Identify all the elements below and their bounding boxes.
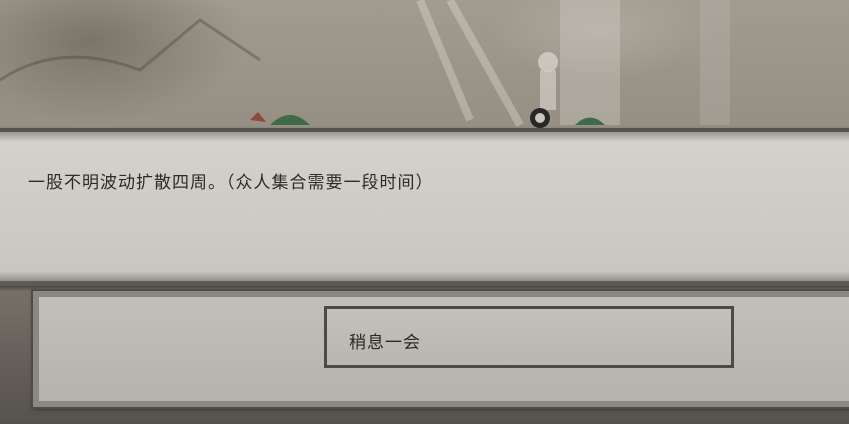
choices-panel: 稍息一会 — [31, 289, 849, 409]
choice-label: 稍息一会 — [349, 333, 421, 353]
choice-rest-button[interactable]: 稍息一会 — [324, 306, 734, 368]
narrative-panel: 一股不明波动扩散四周。（众人集合需要一段时间） — [0, 128, 849, 286]
narrative-text: 一股不明波动扩散四周。（众人集合需要一段时间） — [28, 173, 434, 193]
